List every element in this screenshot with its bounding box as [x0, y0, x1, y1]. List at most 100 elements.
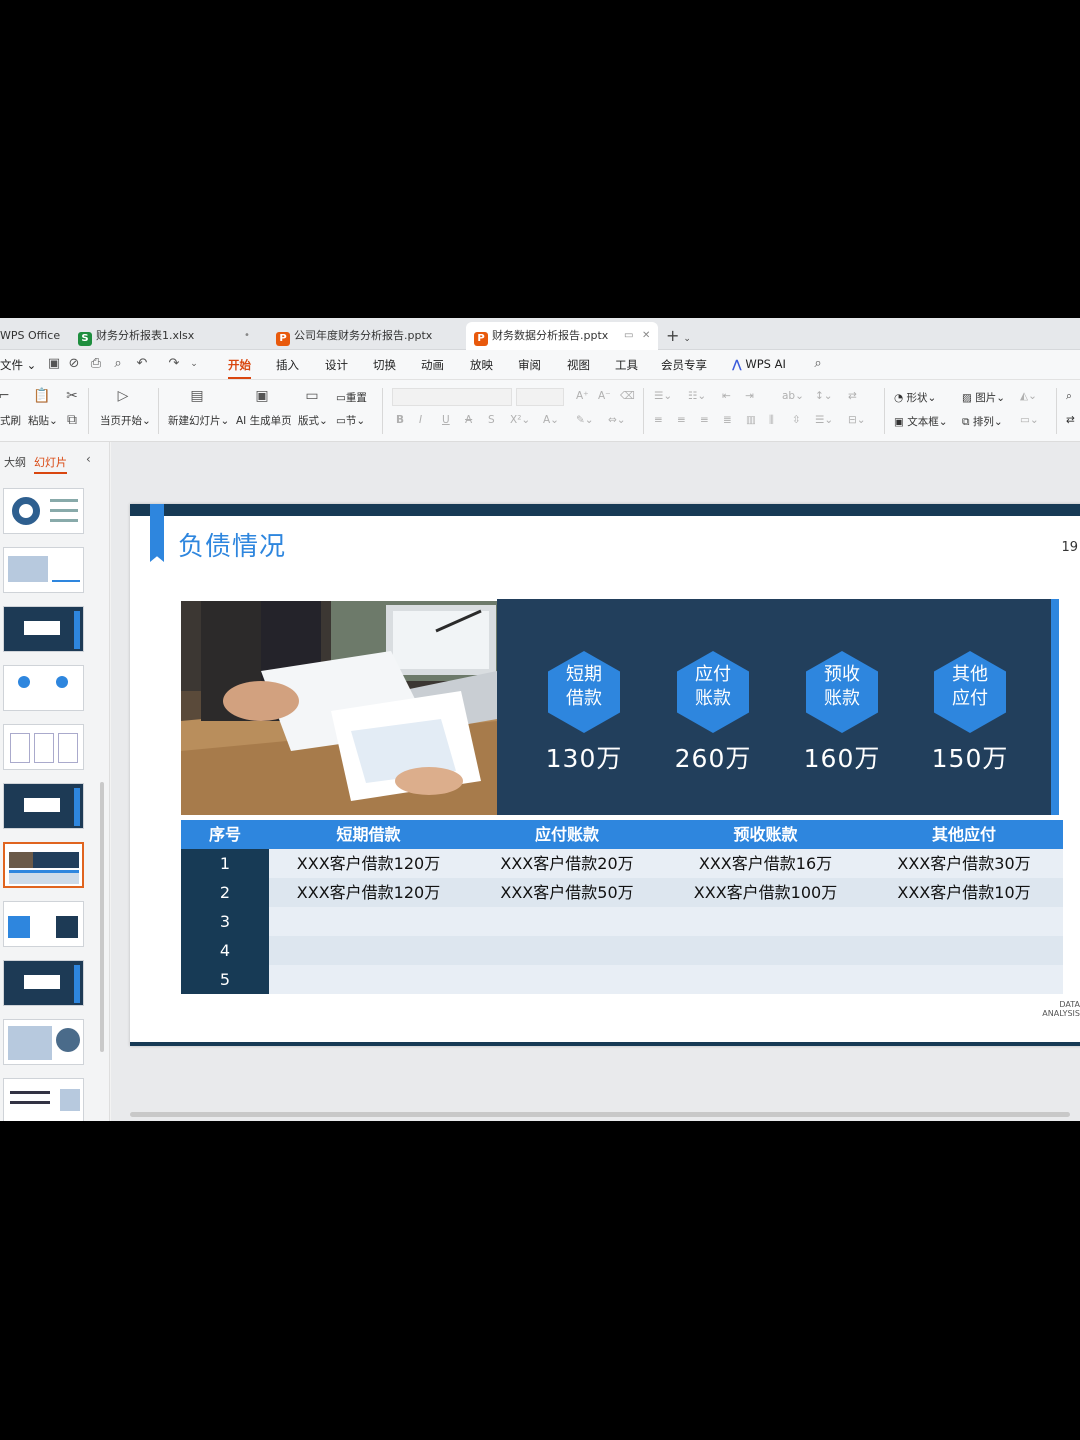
- slide-thumbnail-current[interactable]: [3, 842, 84, 888]
- new-tab-button[interactable]: + ⌄: [666, 322, 696, 350]
- justify-icon[interactable]: ≣: [723, 414, 732, 426]
- align-center-icon[interactable]: ≡: [677, 414, 686, 426]
- text-direction-icon[interactable]: ab⌄: [782, 390, 804, 402]
- slide-thumbnail[interactable]: [3, 783, 84, 829]
- font-family-select[interactable]: [392, 388, 512, 406]
- slide-thumbnail[interactable]: [3, 547, 84, 593]
- clear-format-icon[interactable]: ⌫: [620, 390, 635, 402]
- menu-slideshow[interactable]: 放映: [470, 357, 493, 373]
- divider: [1056, 388, 1057, 434]
- slide-thumbnail[interactable]: [3, 606, 84, 652]
- menu-design[interactable]: 设计: [325, 357, 348, 373]
- tab-dot-icon[interactable]: •: [244, 322, 250, 350]
- paste-button[interactable]: 粘贴⌄: [28, 413, 58, 428]
- distribute-icon[interactable]: ▥: [746, 414, 756, 426]
- tab-data-report[interactable]: P 财务数据分析报告.pptx ▭ ✕: [466, 322, 658, 350]
- shape-button[interactable]: ◔ 形状⌄: [894, 390, 936, 405]
- slide-thumbnail[interactable]: [3, 901, 84, 947]
- bullets-icon[interactable]: ☰⌄: [654, 390, 672, 402]
- italic-icon[interactable]: I: [419, 414, 422, 426]
- highlight-icon[interactable]: ✎⌄: [576, 414, 594, 426]
- font-color-icon[interactable]: A⌄: [543, 414, 559, 426]
- tab-annual-report[interactable]: P 公司年度财务分析报告.pptx: [270, 322, 462, 350]
- replace-icon[interactable]: ⇄: [1066, 414, 1075, 426]
- chevron-down-icon[interactable]: ⌄: [186, 356, 202, 372]
- increase-indent-icon[interactable]: ⇥: [745, 390, 754, 402]
- divider: [158, 388, 159, 434]
- menu-wps-ai[interactable]: ⋀ WPS AI: [732, 357, 786, 371]
- menu-home[interactable]: 开始: [228, 357, 251, 379]
- slide-thumbnail[interactable]: [3, 1078, 84, 1121]
- menu-file[interactable]: 文件 ⌄: [0, 357, 36, 373]
- reset-button[interactable]: ▭重置: [336, 390, 367, 405]
- tab-xlsx[interactable]: S 财务分析报表1.xlsx •: [72, 322, 262, 350]
- stat-label: 短期 借款: [566, 664, 602, 709]
- columns-icon[interactable]: ⫼: [769, 414, 774, 427]
- format-painter-button[interactable]: 式刷: [0, 413, 21, 428]
- menu-review[interactable]: 审阅: [518, 357, 541, 373]
- tab-slides[interactable]: 幻灯片: [34, 454, 67, 474]
- slide-19[interactable]: 负债情况 19 短期 借款 130万 应付 账款 260万 预收 账款 160万…: [130, 504, 1080, 1046]
- line-spacing-icon[interactable]: ⇳: [792, 414, 801, 426]
- redo-icon[interactable]: ↷: [166, 356, 182, 372]
- strikethrough-icon[interactable]: A: [465, 414, 472, 426]
- print-icon[interactable]: ⎙: [88, 356, 104, 372]
- row-number: 3: [181, 907, 269, 936]
- slide-thumbnail[interactable]: [3, 960, 84, 1006]
- menu-view[interactable]: 视图: [567, 357, 590, 373]
- play-current-button[interactable]: 当页开始⌄: [100, 413, 151, 428]
- font-size-select[interactable]: [516, 388, 564, 406]
- fill-icon[interactable]: ◭⌄: [1020, 390, 1037, 402]
- text-box-align-icon[interactable]: ⊟⌄: [848, 414, 866, 426]
- save-icon[interactable]: ▣: [46, 356, 62, 372]
- close-icon[interactable]: ✕: [642, 322, 650, 350]
- collapse-panel-icon[interactable]: ‹: [86, 452, 91, 466]
- underline-icon[interactable]: U: [442, 414, 450, 426]
- header-cell: 应付账款: [468, 820, 666, 849]
- slide-thumbnail[interactable]: [3, 724, 84, 770]
- menu-tools[interactable]: 工具: [615, 357, 638, 373]
- ai-single-page-button[interactable]: AI 生成单页: [236, 413, 292, 428]
- picture-button[interactable]: ▨ 图片⌄: [962, 390, 1005, 405]
- copy-icon[interactable]: ⧉: [62, 412, 82, 428]
- convert-icon[interactable]: ⇄: [848, 390, 857, 402]
- undo-icon[interactable]: ↶: [134, 356, 150, 372]
- bold-icon[interactable]: B: [396, 414, 404, 426]
- superscript-icon[interactable]: X²⌄: [510, 414, 530, 426]
- print-preview-icon[interactable]: ⌕: [110, 356, 126, 372]
- slide-thumbnail[interactable]: [3, 665, 84, 711]
- align-left-icon[interactable]: ≡: [654, 414, 663, 426]
- menu-animation[interactable]: 动画: [421, 357, 444, 373]
- tab-outline[interactable]: 大纲: [4, 454, 26, 470]
- align-right-icon[interactable]: ≡: [700, 414, 709, 426]
- slide-thumbnail[interactable]: [3, 488, 84, 534]
- section-button[interactable]: ▭节⌄: [336, 413, 365, 428]
- layout-button[interactable]: 版式⌄: [298, 413, 328, 428]
- arrange-button[interactable]: ⧉ 排列⌄: [962, 414, 1003, 429]
- paste-icon: 📋: [33, 388, 51, 404]
- tab-wps-home[interactable]: WPS Office: [0, 322, 62, 350]
- numbering-icon[interactable]: ☷⌄: [688, 390, 706, 402]
- outline-icon[interactable]: ▭⌄: [1020, 414, 1039, 426]
- slide-thumbnail[interactable]: [3, 1019, 84, 1065]
- char-spacing-icon[interactable]: ⇔⌄: [608, 414, 626, 426]
- menu-transition[interactable]: 切换: [373, 357, 396, 373]
- new-slide-button[interactable]: 新建幻灯片⌄: [168, 413, 229, 428]
- link-icon[interactable]: ⊘: [66, 356, 82, 372]
- cut-icon[interactable]: ✂: [62, 388, 82, 404]
- textbox-button[interactable]: ▣ 文本框⌄: [894, 414, 948, 429]
- search-icon[interactable]: ⌕: [810, 356, 826, 372]
- wps-ai-icon: ⋀: [732, 357, 742, 371]
- thumbnail-scrollbar[interactable]: [100, 782, 104, 1052]
- menu-insert[interactable]: 插入: [276, 357, 299, 373]
- decrease-indent-icon[interactable]: ⇤: [722, 390, 731, 402]
- shadow-icon[interactable]: S: [488, 414, 495, 426]
- paragraph-spacing-icon[interactable]: ☰⌄: [815, 414, 833, 426]
- menu-member[interactable]: 会员专享: [661, 357, 707, 373]
- screen-icon[interactable]: ▭: [624, 322, 633, 350]
- increase-font-icon[interactable]: A⁺: [576, 390, 589, 402]
- decrease-font-icon[interactable]: A⁻: [598, 390, 611, 402]
- horizontal-scrollbar[interactable]: [130, 1112, 1070, 1117]
- find-icon[interactable]: ⌕: [1066, 390, 1072, 403]
- sort-icon[interactable]: ↕⌄: [815, 390, 833, 402]
